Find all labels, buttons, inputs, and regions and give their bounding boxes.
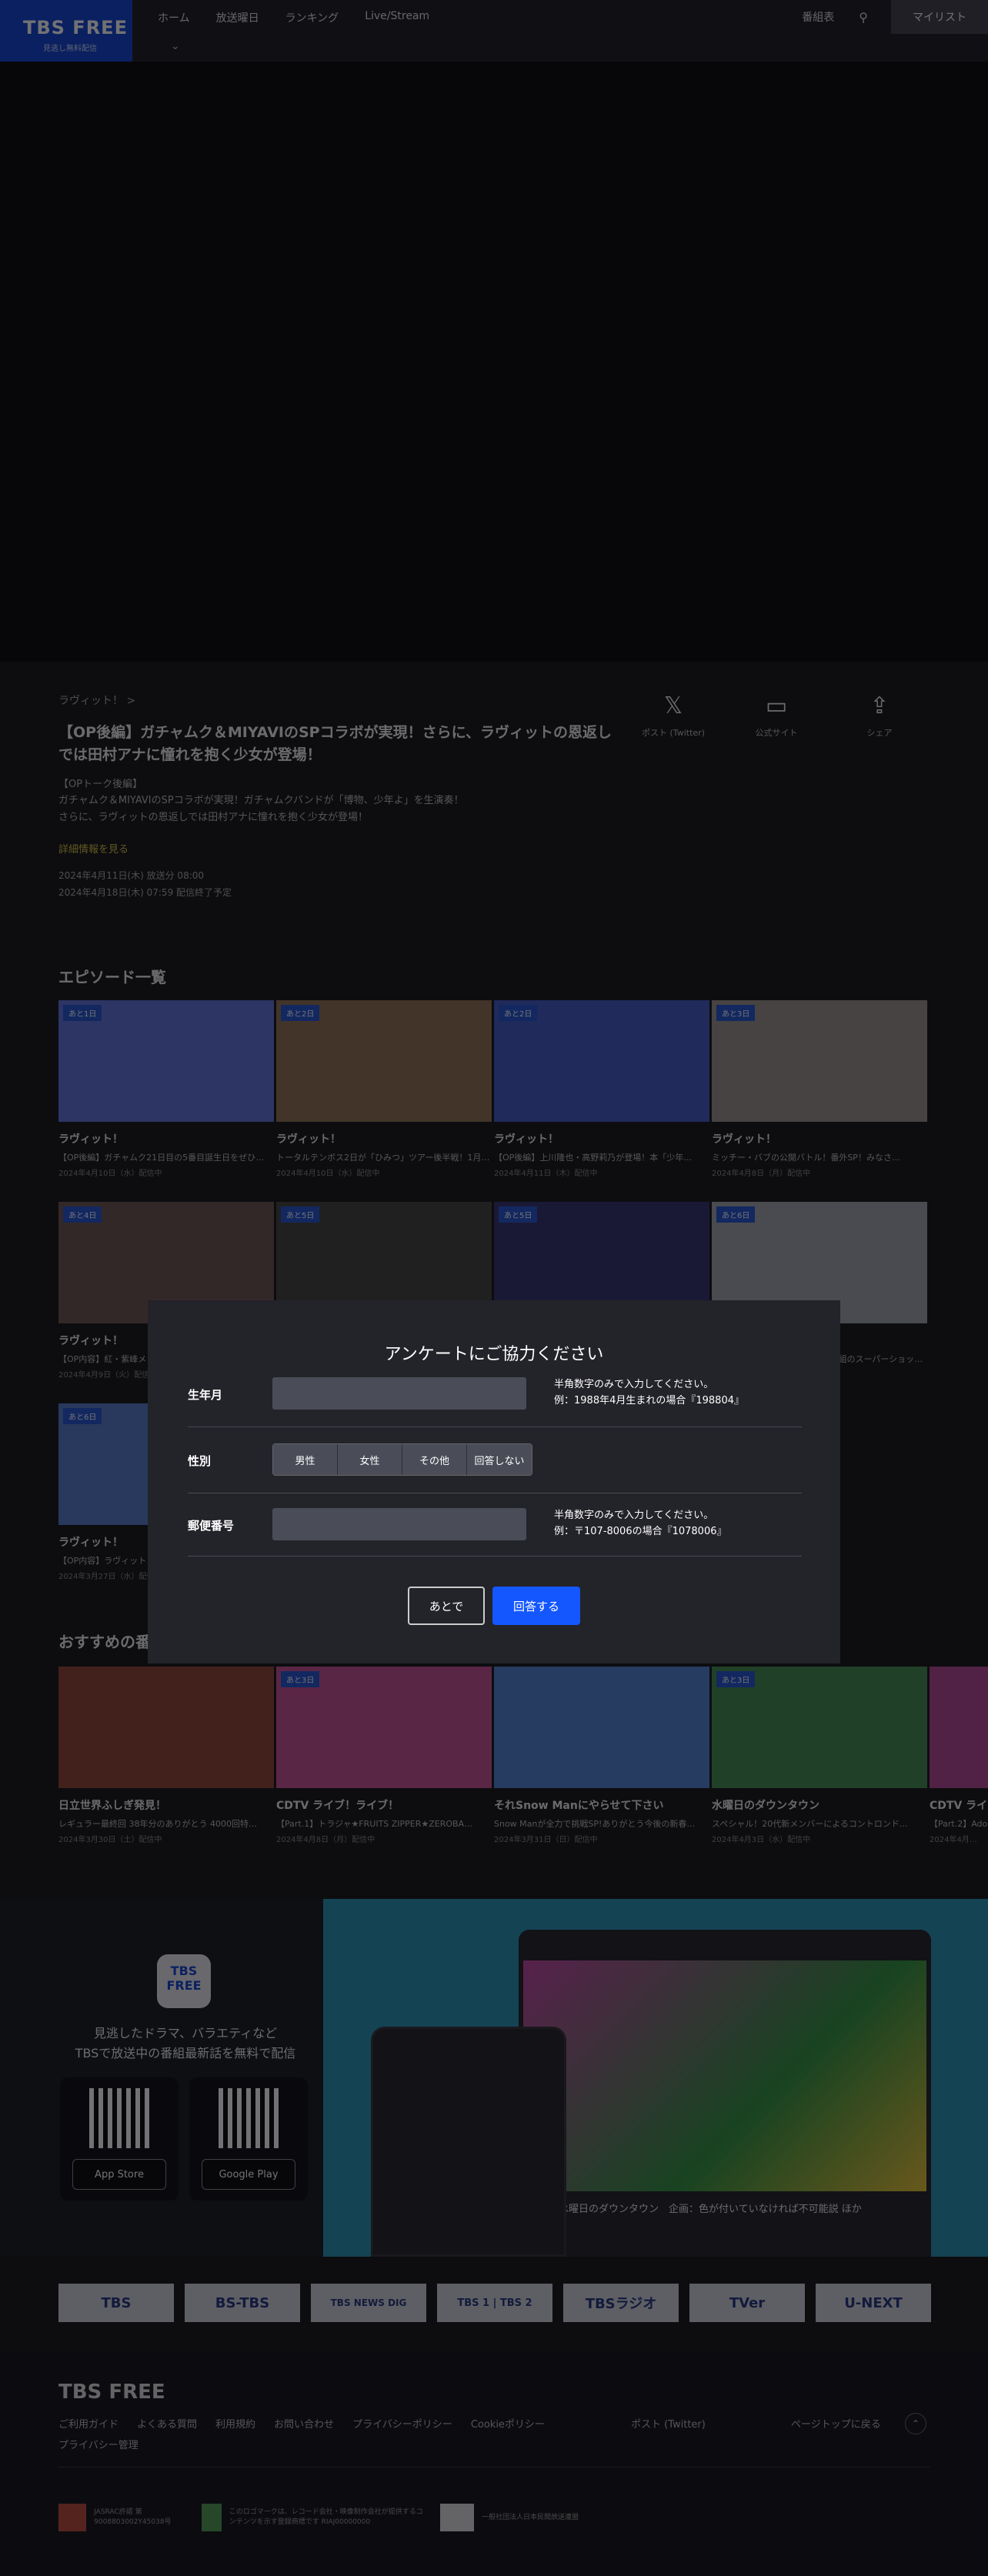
submit-button[interactable]: 回答する [492,1587,580,1625]
gender-label: 性別 [188,1454,212,1468]
zip-hint-line-2: 例：〒107-8006の場合『1078006』 [554,1525,727,1537]
divider [188,1556,802,1557]
birth-input[interactable] [272,1377,526,1410]
modal-overlay[interactable] [0,0,988,2576]
survey-title: アンケートにご協力ください [384,1345,604,1364]
later-button[interactable]: あとで [408,1587,485,1625]
survey-modal: アンケートにご協力ください 生年月 半角数字のみで入力してください。 例：198… [148,1300,840,1663]
gender-selector: 男性 女性 その他 回答しない [272,1443,532,1476]
gender-other[interactable]: その他 [402,1444,467,1475]
gender-male[interactable]: 男性 [273,1444,338,1475]
zip-hint: 半角数字のみで入力してください。 例：〒107-8006の場合『1078006』 [554,1508,727,1540]
birth-hint: 半角数字のみで入力してください。 例：1988年4月生まれの場合『198804』 [554,1377,744,1410]
birth-hint-line-2: 例：1988年4月生まれの場合『198804』 [554,1394,744,1406]
gender-female[interactable]: 女性 [338,1444,402,1475]
zip-input[interactable] [272,1508,526,1540]
birth-hint-line-1: 半角数字のみで入力してください。 [554,1379,714,1390]
zip-label: 郵便番号 [188,1519,235,1533]
birth-label: 生年月 [188,1388,223,1402]
zip-hint-line-1: 半角数字のみで入力してください。 [554,1510,714,1521]
gender-no-answer[interactable]: 回答しない [467,1444,532,1475]
divider [188,1426,802,1427]
